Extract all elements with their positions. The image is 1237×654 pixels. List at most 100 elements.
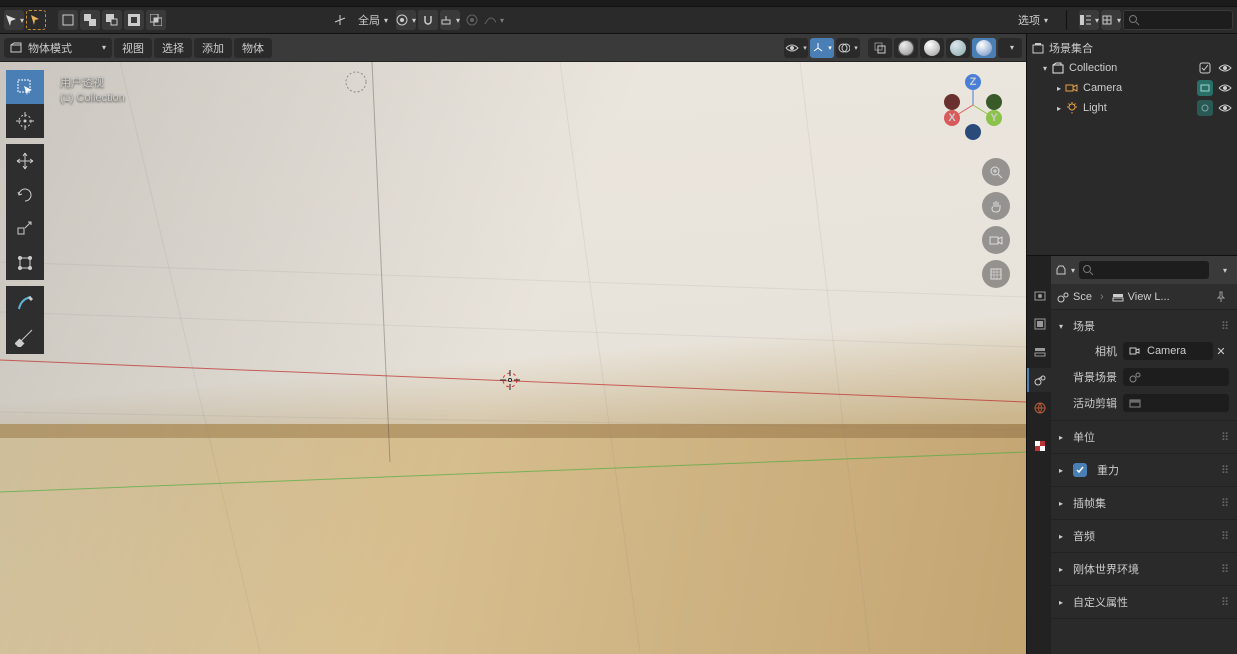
gizmo-dd[interactable]: ▾ [810,38,834,58]
tool-rotate[interactable] [6,178,44,212]
cursor-tool-dd[interactable]: ▾ [4,10,24,30]
menu-select[interactable]: 选择 [154,38,192,58]
outliner-display-mode-dd[interactable]: ▾ [1101,10,1121,30]
tool-annotate[interactable] [6,286,44,320]
restrict-badge[interactable] [1197,100,1213,116]
shading-rendered[interactable] [972,38,996,58]
nav-gizmo[interactable]: Z X Y [938,70,1008,140]
object-mode-dd[interactable]: 物体模式 ▾ [4,38,112,58]
shading-options-dd[interactable]: ▾ [998,38,1022,58]
panel-scene-header[interactable]: ▾场景⠿ [1059,316,1229,336]
shading-wireframe[interactable] [894,38,918,58]
orientation-label: 全局 [358,12,380,28]
gizmo-neg-y[interactable] [944,94,960,110]
left-toolbar [6,70,44,354]
pin-icon[interactable] [1211,287,1231,307]
shading-matprev[interactable] [946,38,970,58]
properties-tabs [1027,256,1051,654]
bc-viewlayer[interactable]: View L... [1112,291,1170,303]
nav-camera[interactable] [982,226,1010,254]
properties-header: ▾ ▾ [1051,256,1237,284]
cursor-3d [498,368,522,392]
viewport-3d[interactable]: 用户透视 (1) Collection Z X Y [0,62,1026,654]
outliner-row-light[interactable]: ▸ Light [1027,98,1237,118]
options-dd[interactable]: 选项▾ [1012,10,1054,30]
select-mode-invert[interactable] [124,10,144,30]
shading-solid[interactable] [920,38,944,58]
clip-datablock[interactable] [1123,394,1229,412]
gizmo-neg-z[interactable] [965,124,981,140]
ptab-texture[interactable] [1027,434,1051,458]
outliner-tree: 场景集合 ▾ Collection ▸ Camera ▸ Light [1027,34,1237,255]
outliner-scene-collection[interactable]: 场景集合 [1027,38,1237,58]
viewport-info-collection: (1) Collection [60,92,125,104]
ptab-world[interactable] [1027,396,1051,420]
bg-scene-datablock[interactable] [1123,368,1229,386]
properties-body: ▾ ▾ Sce› View L... ▾场景⠿ 相机 Camera ✕ [1051,256,1237,654]
tool-measure[interactable] [6,320,44,354]
ptab-output[interactable] [1027,312,1051,336]
restrict-badge[interactable] [1197,80,1213,96]
viewport-info-persp: 用户透视 [60,74,125,90]
tool-select-box[interactable] [6,70,44,104]
menu-object[interactable]: 物体 [234,38,272,58]
options-label: 选项 [1018,12,1040,28]
select-mode-extend[interactable] [80,10,100,30]
panel-rigid-body: ▸刚体世界环境⠿ [1051,553,1237,586]
gizmo-y[interactable]: Y [986,110,1002,126]
tool-settings-header: ▾ 全局▾ ▾ ▾ ▾ 选项▾ ▾ ▾ [0,6,1237,34]
field-active-clip: 活动剪辑 [1059,392,1229,414]
gizmo-neg-x[interactable] [986,94,1002,110]
nav-buttons [982,158,1010,288]
camera-datablock[interactable]: Camera [1123,342,1213,360]
select-mode-new[interactable] [58,10,78,30]
proportional-edit-toggle[interactable] [462,10,482,30]
tool-transform[interactable] [6,246,44,280]
nav-pan[interactable] [982,192,1010,220]
viewport-info: 用户透视 (1) Collection [60,74,125,106]
properties-search[interactable] [1079,261,1209,279]
select-box-tool[interactable] [26,10,46,30]
snap-target-dd[interactable]: ▾ [440,10,460,30]
ptab-viewlayer[interactable] [1027,340,1051,364]
ptab-scene[interactable] [1027,368,1051,392]
gravity-checkbox[interactable] [1073,463,1087,477]
xray-toggle[interactable] [868,38,892,58]
viewport-area: 物体模式 ▾ 视图 选择 添加 物体 ▾ ▾ ▾ ▾ [0,34,1026,654]
props-editor-type-dd[interactable]: ▾ [1055,260,1075,280]
checkbox-icon[interactable] [1197,60,1213,76]
menu-add[interactable]: 添加 [194,38,232,58]
pivot-point-dd[interactable]: ▾ [396,10,416,30]
tool-cursor[interactable] [6,104,44,138]
eye-icon[interactable] [1217,100,1233,116]
bc-scene[interactable]: Sce› [1057,291,1104,303]
outliner-editor-type-dd[interactable]: ▾ [1079,10,1099,30]
eye-icon[interactable] [1217,60,1233,76]
nav-zoom[interactable] [982,158,1010,186]
menu-view[interactable]: 视图 [114,38,152,58]
outliner-row-collection[interactable]: ▾ Collection [1027,58,1237,78]
proportional-falloff-dd[interactable]: ▾ [484,10,504,30]
eye-icon[interactable] [1217,80,1233,96]
transform-orientation-dd[interactable]: 全局▾ [352,10,394,30]
props-options-dd[interactable]: ▾ [1213,260,1233,280]
select-mode-intersect[interactable] [146,10,166,30]
overlays-dd[interactable]: ▾ [836,38,860,58]
render-shadow [0,62,1026,654]
outliner-row-camera[interactable]: ▸ Camera [1027,78,1237,98]
transform-orientation-icon[interactable] [330,10,350,30]
gizmo-x[interactable]: X [944,110,960,126]
visibility-dd[interactable]: ▾ [784,38,808,58]
field-bg-scene: 背景场景 [1059,366,1229,388]
field-camera: 相机 Camera ✕ [1059,340,1229,362]
camera-clear[interactable]: ✕ [1213,345,1229,358]
ptab-render[interactable] [1027,284,1051,308]
snap-toggle[interactable] [418,10,438,30]
header-search[interactable] [1123,10,1233,30]
tool-scale[interactable] [6,212,44,246]
tool-move[interactable] [6,144,44,178]
select-mode-subtract[interactable] [102,10,122,30]
nav-persp-ortho[interactable] [982,260,1010,288]
gizmo-z[interactable]: Z [965,74,981,90]
panel-keying: ▸插帧集⠿ [1051,487,1237,520]
